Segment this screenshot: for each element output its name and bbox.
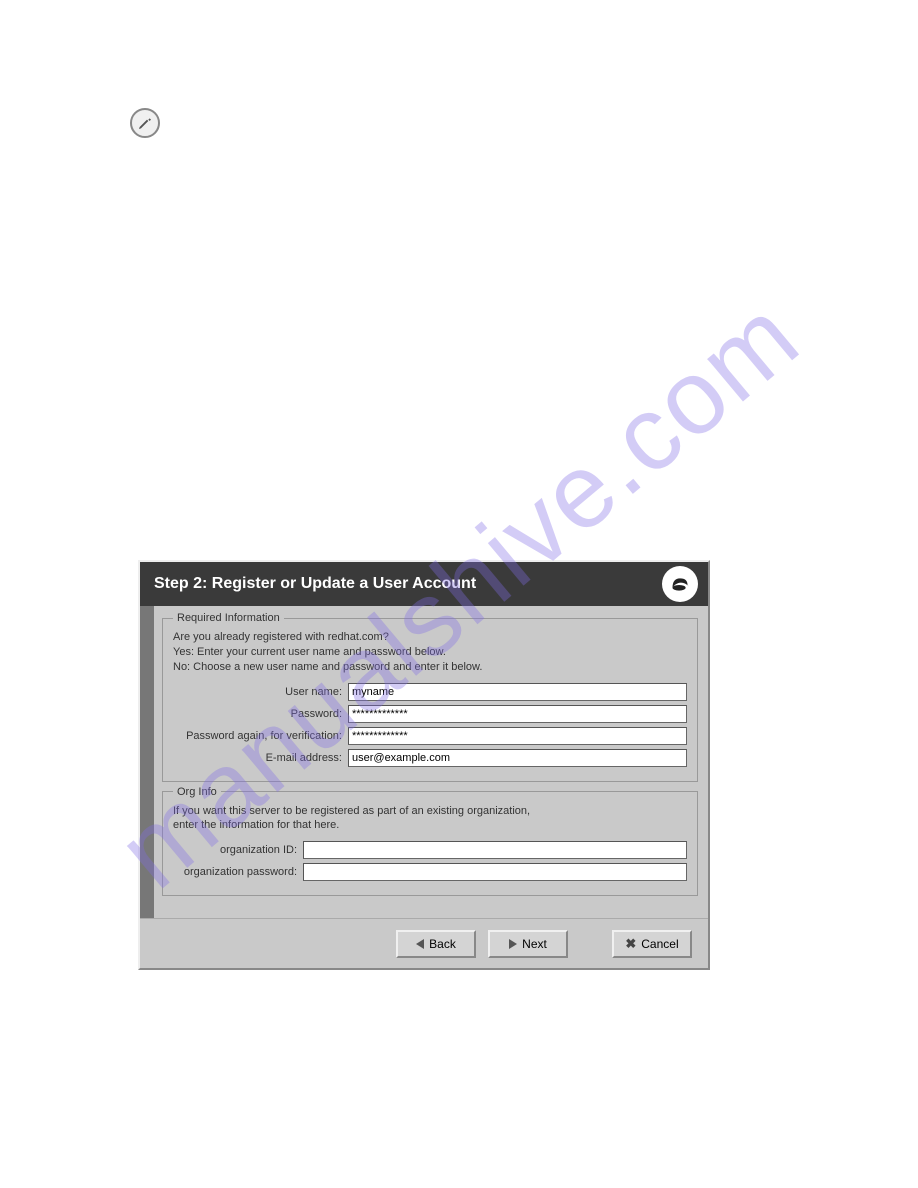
password-label: Password:	[173, 708, 348, 720]
cancel-button-label: Cancel	[641, 937, 678, 951]
back-button-label: Back	[429, 937, 456, 951]
email-input[interactable]	[348, 749, 687, 767]
pen-note-icon	[130, 108, 160, 138]
org-info-legend: Org Info	[173, 786, 221, 798]
arrow-left-icon	[416, 939, 424, 949]
required-info-legend: Required Information	[173, 612, 284, 624]
password-verify-input[interactable]	[348, 727, 687, 745]
help-line: enter the information for that here.	[173, 818, 687, 833]
help-line: If you want this server to be registered…	[173, 804, 687, 819]
password-verify-label: Password again, for verification:	[173, 730, 348, 742]
help-line: Are you already registered with redhat.c…	[173, 630, 687, 645]
close-icon: ✖	[625, 936, 636, 952]
email-label: E-mail address:	[173, 752, 348, 764]
org-id-label: organization ID:	[173, 844, 303, 856]
username-input[interactable]	[348, 683, 687, 701]
registration-dialog: Step 2: Register or Update a User Accoun…	[138, 560, 710, 970]
org-help-text: If you want this server to be registered…	[173, 804, 687, 834]
arrow-right-icon	[509, 939, 517, 949]
next-button[interactable]: Next	[488, 930, 568, 958]
redhat-logo-icon	[662, 566, 698, 602]
dialog-footer: Back Next ✖ Cancel	[140, 918, 708, 968]
cancel-button[interactable]: ✖ Cancel	[612, 930, 692, 958]
required-info-fieldset: Required Information Are you already reg…	[162, 612, 698, 782]
org-password-input[interactable]	[303, 863, 687, 881]
back-button[interactable]: Back	[396, 930, 476, 958]
help-line: No: Choose a new user name and password …	[173, 660, 687, 675]
help-line: Yes: Enter your current user name and pa…	[173, 645, 687, 660]
required-help-text: Are you already registered with redhat.c…	[173, 630, 687, 675]
org-info-fieldset: Org Info If you want this server to be r…	[162, 786, 698, 897]
org-id-input[interactable]	[303, 841, 687, 859]
dialog-titlebar: Step 2: Register or Update a User Accoun…	[140, 562, 708, 606]
org-password-label: organization password:	[173, 866, 303, 878]
dialog-title: Step 2: Register or Update a User Accoun…	[154, 575, 476, 593]
password-input[interactable]	[348, 705, 687, 723]
next-button-label: Next	[522, 937, 547, 951]
dialog-sidebar-stripe	[140, 606, 154, 918]
username-label: User name:	[173, 686, 348, 698]
